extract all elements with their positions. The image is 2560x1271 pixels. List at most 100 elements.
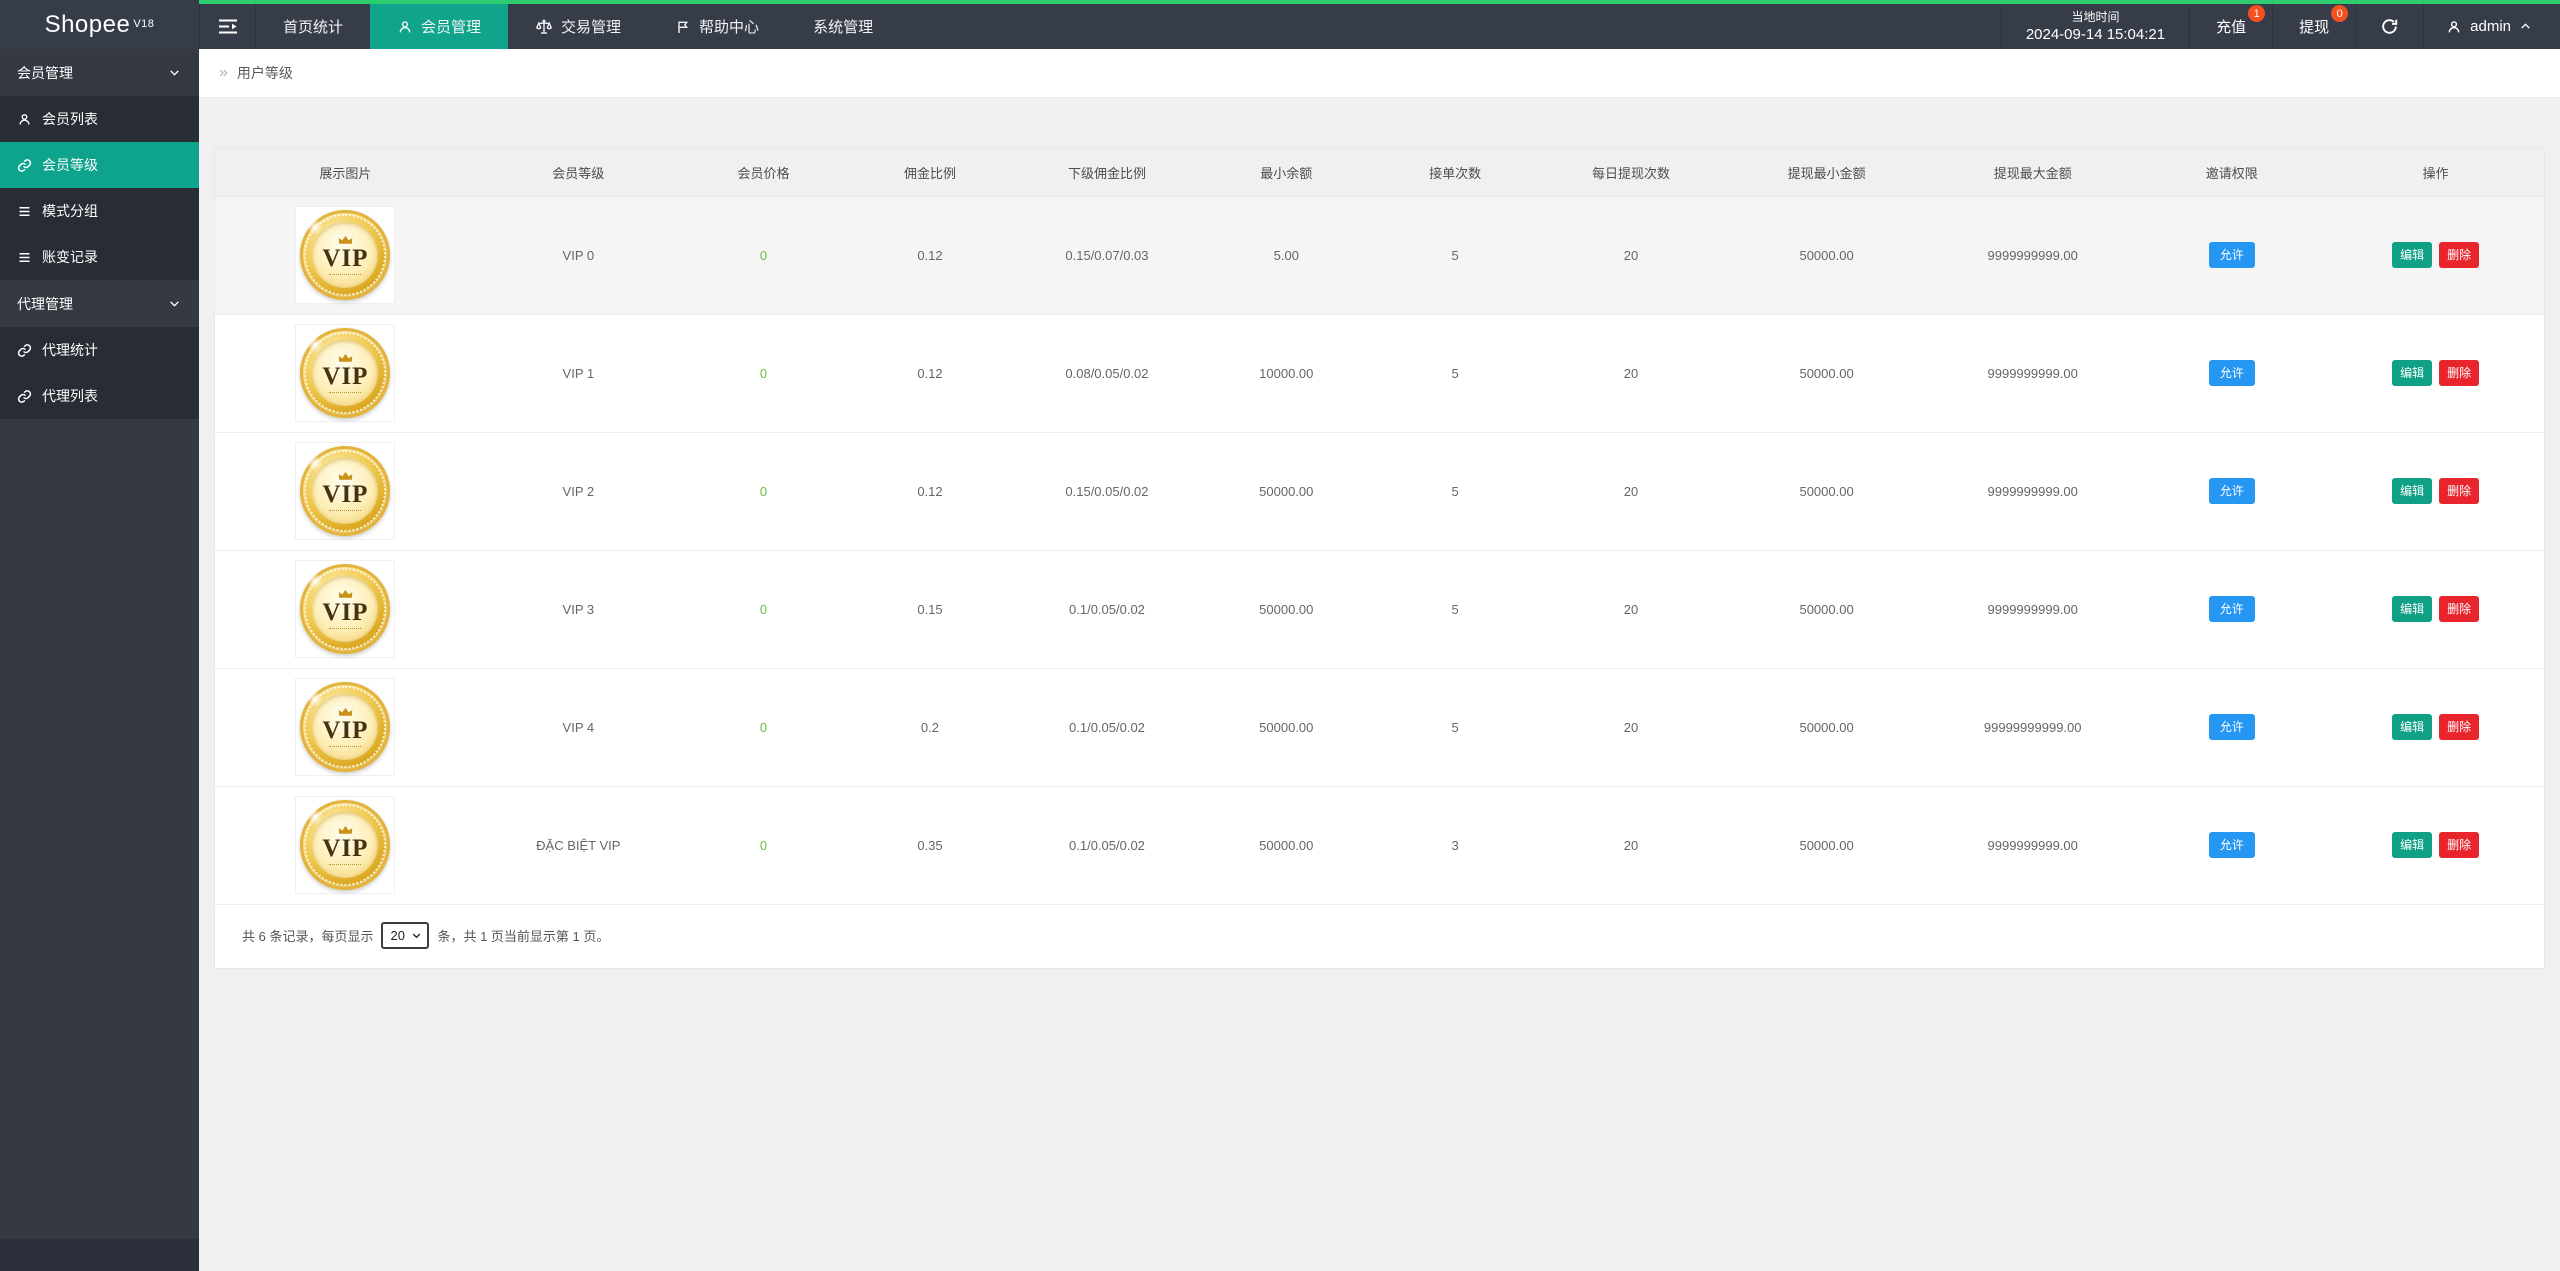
cell-image: VIP [215, 432, 476, 551]
sidebar-item-account-change-records[interactable]: 账变记录 [0, 234, 199, 280]
cell-level: VIP 2 [475, 432, 681, 551]
sidebar-item-agent-list[interactable]: 代理列表 [0, 373, 199, 419]
table-header-row: 展示图片 会员等级 会员价格 佣金比例 下级佣金比例 最小余额 接单次数 每日提… [215, 149, 2544, 197]
cell-level: VIP 1 [475, 314, 681, 433]
recharge-button[interactable]: 充值 1 [2189, 4, 2272, 49]
cell-withdraw-min: 50000.00 [1724, 786, 1930, 905]
cell-daily-withdraw-count: 20 [1537, 668, 1725, 787]
crown-icon [338, 825, 353, 835]
cell-image: VIP [215, 196, 476, 315]
cell-invite-permission: 允许 [2136, 314, 2328, 433]
delete-button[interactable]: 删除 [2439, 360, 2480, 386]
column-header-commission: 佣金比例 [846, 149, 1014, 197]
nav-item-help-center[interactable]: 帮助中心 [648, 4, 786, 49]
nav-item-label: 首页统计 [283, 19, 344, 36]
local-time-value: 2024-09-14 15:04:21 [2025, 26, 2166, 43]
refresh-button[interactable] [2355, 4, 2423, 49]
cell-level: VIP 4 [475, 668, 681, 787]
pagination-summary-suffix: 条，共 1 页当前显示第 1 页。 [437, 928, 610, 944]
sidebar-item-agent-stats[interactable]: 代理统计 [0, 327, 199, 373]
cell-level: VIP 0 [475, 196, 681, 315]
delete-button[interactable]: 删除 [2439, 714, 2480, 740]
refresh-icon [2380, 17, 2399, 36]
coin-script-line [329, 626, 362, 629]
allow-button[interactable]: 允许 [2208, 360, 2255, 386]
cell-sub-commission: 0.15/0.05/0.02 [1013, 432, 1201, 551]
nav-item-system-management[interactable]: 系统管理 [786, 4, 900, 49]
edit-button[interactable]: 编辑 [2392, 832, 2433, 858]
cell-image: VIP [215, 314, 476, 433]
sidebar-item-member-level[interactable]: 会员等级 [0, 142, 199, 188]
cell-withdraw-max: 9999999999.00 [1929, 550, 2137, 669]
edit-button[interactable]: 编辑 [2392, 242, 2433, 268]
delete-button[interactable]: 删除 [2439, 596, 2480, 622]
sidebar-item-mode-group[interactable]: 模式分组 [0, 188, 199, 234]
cell-min-balance: 50000.00 [1200, 786, 1373, 905]
cell-commission: 0.12 [846, 196, 1014, 315]
cell-commission: 0.2 [846, 668, 1014, 787]
list-icon [17, 204, 32, 219]
nav-item-label: 系统管理 [813, 19, 874, 36]
cell-sub-commission: 0.1/0.05/0.02 [1013, 550, 1201, 669]
coin-vip-text: VIP [322, 599, 369, 626]
allow-button[interactable]: 允许 [2208, 832, 2255, 858]
cell-withdraw-max: 9999999999.00 [1929, 786, 2137, 905]
cell-price: 0 [680, 668, 847, 787]
delete-button[interactable]: 删除 [2439, 832, 2480, 858]
cell-invite-permission: 允许 [2136, 668, 2328, 787]
table-row: VIP VIP 4 0 0.2 0.1/0.05/0.02 50000.00 5… [215, 668, 2544, 787]
column-header-sub-commission: 下级佣金比例 [1013, 149, 1201, 197]
coin-vip-text: VIP [322, 481, 369, 508]
app-logo-text: Shopee [44, 10, 131, 38]
cell-image: VIP [215, 550, 476, 669]
sidebar-section-member-management[interactable]: 会员管理 [0, 49, 199, 96]
cell-order-count: 5 [1372, 314, 1538, 433]
withdraw-badge: 0 [2331, 5, 2349, 22]
table-row: VIP VIP 3 0 0.15 0.1/0.05/0.02 50000.00 … [215, 550, 2544, 669]
sidebar-section-agent-management[interactable]: 代理管理 [0, 280, 199, 327]
allow-button[interactable]: 允许 [2208, 478, 2255, 504]
admin-menu[interactable]: admin [2423, 4, 2560, 49]
per-page-select[interactable]: 20 [381, 921, 430, 949]
allow-button[interactable]: 允许 [2208, 242, 2255, 268]
cell-withdraw-max: 99999999999.00 [1929, 668, 2137, 787]
cell-commission: 0.12 [846, 432, 1014, 551]
nav-item-trade-management[interactable]: 交易管理 [508, 4, 648, 49]
cell-price: 0 [680, 432, 847, 551]
cell-price: 0 [680, 196, 847, 315]
user-icon [2446, 19, 2462, 35]
sidebar-item-member-list[interactable]: 会员列表 [0, 96, 199, 142]
cell-withdraw-max: 9999999999.00 [1929, 196, 2137, 315]
chevron-down-icon [168, 66, 181, 79]
sidebar-toggle-button[interactable] [199, 4, 256, 49]
recharge-badge: 1 [2248, 5, 2266, 22]
allow-button[interactable]: 允许 [2208, 596, 2255, 622]
cell-withdraw-max: 9999999999.00 [1929, 314, 2137, 433]
cell-daily-withdraw-count: 20 [1537, 550, 1725, 669]
cell-order-count: 3 [1372, 786, 1538, 905]
delete-button[interactable]: 删除 [2439, 242, 2480, 268]
topbar-right: 首页统计 会员管理 交易管理 帮助中心 系统管理 当地时间 2024-09-14… [199, 0, 2560, 49]
edit-button[interactable]: 编辑 [2392, 714, 2433, 740]
table-row: VIP ĐẶC BIỆT VIP 0 0.35 0.1/0.05/0.02 50… [215, 786, 2544, 905]
edit-button[interactable]: 编辑 [2392, 478, 2433, 504]
nav-item-member-management[interactable]: 会员管理 [370, 4, 509, 49]
cell-actions: 编辑 删除 [2327, 668, 2544, 787]
coin-script-line [329, 744, 362, 747]
nav-item-home-stats[interactable]: 首页统计 [256, 4, 370, 49]
vip-levels-table: 展示图片 会员等级 会员价格 佣金比例 下级佣金比例 最小余额 接单次数 每日提… [215, 149, 2544, 905]
app-logo-version: V18 [133, 18, 155, 30]
cell-withdraw-min: 50000.00 [1724, 668, 1930, 787]
crown-icon [338, 707, 353, 717]
user-icon [397, 19, 413, 35]
table-row: VIP VIP 1 0 0.12 0.08/0.05/0.02 10000.00… [215, 314, 2544, 433]
column-header-invite-permission: 邀请权限 [2136, 149, 2328, 197]
edit-button[interactable]: 编辑 [2392, 360, 2433, 386]
cell-order-count: 5 [1372, 196, 1538, 315]
delete-button[interactable]: 删除 [2439, 478, 2480, 504]
allow-button[interactable]: 允许 [2208, 714, 2255, 740]
edit-button[interactable]: 编辑 [2392, 596, 2433, 622]
withdraw-button[interactable]: 提现 0 [2272, 4, 2355, 49]
cell-price: 0 [680, 314, 847, 433]
